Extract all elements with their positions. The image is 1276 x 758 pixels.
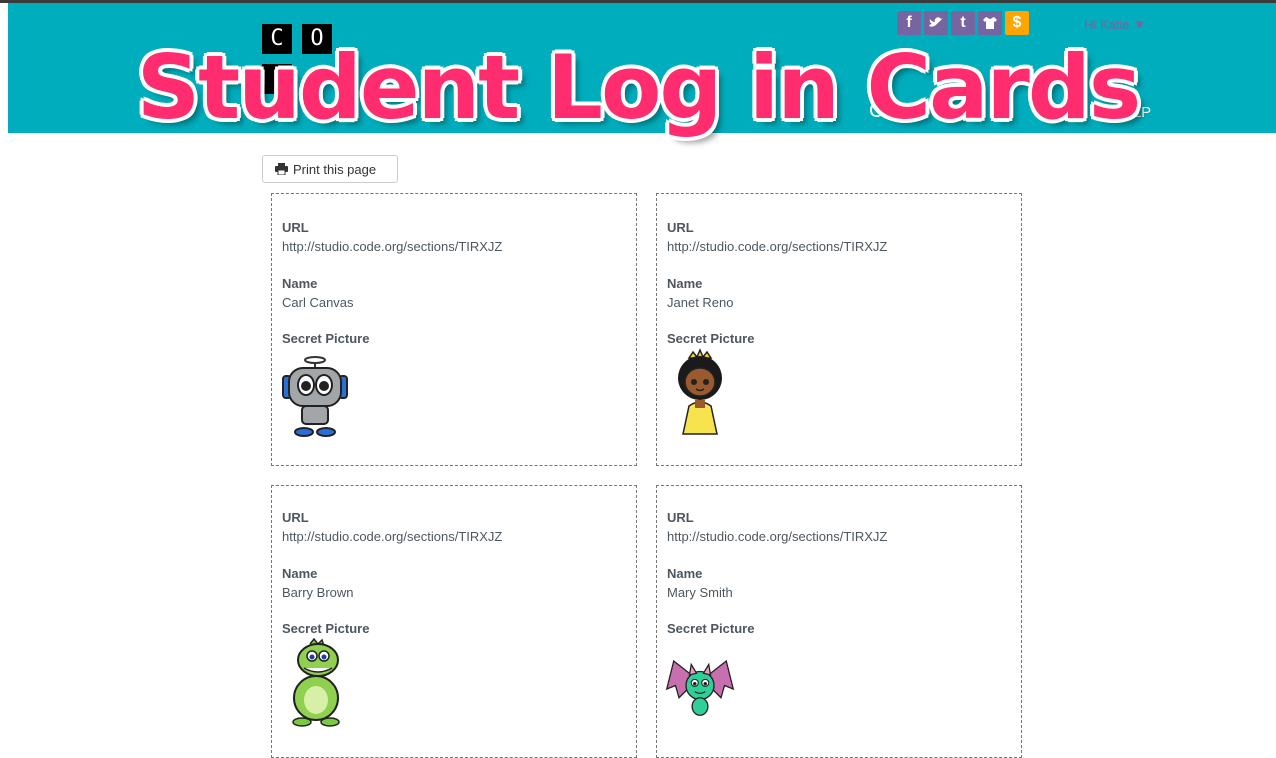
shirt-icon[interactable]	[978, 11, 1002, 35]
name-label: Name	[667, 276, 703, 291]
url-label: URL	[282, 510, 309, 525]
url-label: URL	[667, 510, 694, 525]
student-name: Mary Smith	[667, 585, 733, 600]
robot-picture	[282, 356, 348, 437]
overlay-title: Student Log in Cards	[136, 36, 1141, 139]
url-label: URL	[667, 220, 694, 235]
section-url: http://studio.code.org/sections/TIRXJZ	[667, 239, 888, 254]
print-button-label: Print this page	[293, 161, 377, 177]
princess-picture	[678, 348, 722, 435]
name-label: Name	[282, 276, 318, 291]
login-card: URL http://studio.code.org/sections/TIRX…	[656, 485, 1022, 758]
secret-picture-label: Secret Picture	[667, 331, 755, 346]
social-links: f t $	[897, 11, 1029, 35]
secret-picture-label: Secret Picture	[282, 331, 370, 346]
section-url: http://studio.code.org/sections/TIRXJZ	[667, 529, 888, 544]
login-card: URL http://studio.code.org/sections/TIRX…	[271, 193, 637, 466]
section-url: http://studio.code.org/sections/TIRXJZ	[282, 239, 503, 254]
section-url: http://studio.code.org/sections/TIRXJZ	[282, 529, 503, 544]
login-card: URL http://studio.code.org/sections/TIRX…	[271, 485, 637, 758]
tumblr-icon[interactable]: t	[951, 11, 975, 35]
user-greeting-menu[interactable]: Hi Katie ▼	[1084, 17, 1146, 32]
student-name: Barry Brown	[282, 585, 354, 600]
url-label: URL	[282, 220, 309, 235]
dinosaur-picture	[292, 638, 340, 727]
facebook-icon[interactable]: f	[897, 11, 921, 35]
secret-picture-label: Secret Picture	[667, 621, 755, 636]
twitter-icon[interactable]	[924, 11, 948, 35]
secret-picture-label: Secret Picture	[282, 621, 370, 636]
printer-icon	[275, 163, 288, 175]
name-label: Name	[282, 566, 318, 581]
bat-picture	[665, 659, 735, 716]
student-name: Carl Canvas	[282, 295, 354, 310]
student-name: Janet Reno	[667, 295, 734, 310]
donate-dollar-icon[interactable]: $	[1005, 11, 1029, 35]
print-button[interactable]: Print this page	[262, 155, 398, 183]
name-label: Name	[667, 566, 703, 581]
login-card: URL http://studio.code.org/sections/TIRX…	[656, 193, 1022, 466]
